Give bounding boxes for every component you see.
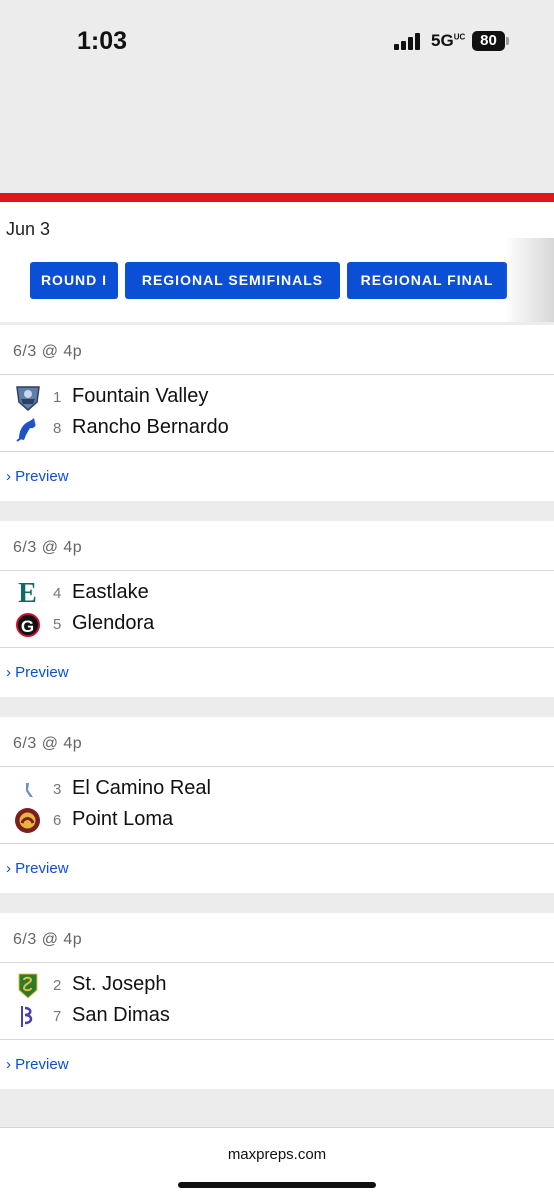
game-time: 6/3 @ 4p [13,539,83,556]
team-name: San Dimas [72,1004,170,1026]
tabs-scroll-fade [504,238,554,322]
preview-link[interactable]: › Preview [6,860,69,877]
rancho-bernardo-logo [14,415,41,442]
team-row[interactable]: 6 Point Loma [0,806,554,836]
tab-regional-semifinals[interactable]: REGIONAL SEMIFINALS [125,262,340,299]
team-seed: 2 [53,977,62,994]
cell-signal-icon [394,32,424,50]
divider [0,570,554,571]
tab-regional-final[interactable]: REGIONAL FINAL [347,262,507,299]
clock: 1:03 [77,27,128,55]
team-row[interactable]: 7 San Dimas [0,1002,554,1032]
glendora-logo: G [14,611,41,638]
game-card: 6/3 @ 4p E 4 Eastlake G 5 Glendora › Pre… [0,521,554,697]
team-name: Rancho Bernardo [72,416,229,438]
san-dimas-logo [14,1003,41,1030]
brand-bar [0,193,554,202]
game-time: 6/3 @ 4p [13,931,83,948]
eastlake-logo: E [18,578,37,609]
team-row[interactable]: 8 Rancho Bernardo [0,414,554,444]
battery-tip [506,37,509,45]
divider [0,451,554,452]
team-row[interactable]: E 4 Eastlake [0,579,554,609]
team-name: Point Loma [72,808,174,830]
fountain-valley-logo [14,384,41,411]
team-name: Glendora [72,612,155,634]
team-name: Fountain Valley [72,385,209,407]
team-seed: 7 [53,1008,62,1025]
url-label[interactable]: maxpreps.com [0,1146,554,1163]
game-time: 6/3 @ 4p [13,343,83,360]
network-type: 5GUC [431,31,466,50]
game-card: 6/3 @ 4p 2 St. Joseph 7 San Dimas › Prev… [0,913,554,1089]
game-card: 6/3 @ 4p 3 El Camino Real 6 Point Loma ›… [0,717,554,893]
team-row[interactable]: 1 Fountain Valley [0,383,554,413]
team-seed: 8 [53,420,62,437]
round-tabs: ROUND I REGIONAL SEMIFINALS REGIONAL FIN… [0,238,554,322]
divider [0,766,554,767]
preview-link[interactable]: › Preview [6,664,69,681]
divider [0,647,554,648]
team-name: El Camino Real [72,777,211,799]
team-seed: 3 [53,781,62,798]
team-row[interactable]: G 5 Glendora [0,610,554,640]
team-seed: 5 [53,616,62,633]
browser-footer: maxpreps.com [0,1127,554,1200]
game-time: 6/3 @ 4p [13,735,83,752]
team-name: St. Joseph [72,973,167,995]
date-label: Jun 3 [6,219,51,239]
team-seed: 1 [53,389,62,406]
battery-icon: 80 [472,31,505,51]
divider [0,374,554,375]
game-card: 6/3 @ 4p 1 Fountain Valley 8 Rancho Bern… [0,325,554,501]
team-seed: 6 [53,812,62,829]
team-name: Eastlake [72,581,149,603]
st-joseph-logo [14,972,41,999]
divider [0,962,554,963]
status-bar: 1:03 5GUC 80 [0,0,554,80]
team-row[interactable]: 2 St. Joseph [0,971,554,1001]
preview-link[interactable]: › Preview [6,468,69,485]
point-loma-logo [14,807,41,834]
preview-link[interactable]: › Preview [6,1056,69,1073]
team-seed: 4 [53,585,62,602]
team-row[interactable]: 3 El Camino Real [0,775,554,805]
tab-round-1[interactable]: ROUND I [30,262,118,299]
el-camino-real-logo [14,776,41,803]
home-indicator[interactable] [178,1182,376,1188]
divider [0,1039,554,1040]
divider [0,843,554,844]
